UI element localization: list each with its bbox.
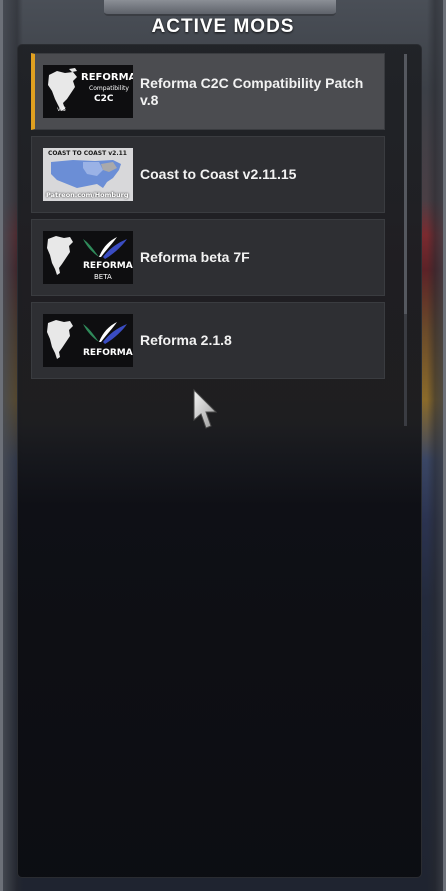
mouse-cursor-icon xyxy=(193,388,218,429)
mod-item-reforma-beta[interactable]: REFORMA BETA Reforma beta 7F xyxy=(31,219,385,296)
reforma-logo-icon xyxy=(47,320,127,359)
reforma-logo-icon xyxy=(47,236,127,275)
mod-thumbnail: REFORMA Compatibility C2C v.8 xyxy=(43,65,133,118)
panel-title: ACTIVE MODS xyxy=(151,16,295,37)
mod-thumbnail: REFORMA BETA xyxy=(43,231,133,284)
window-top-tab xyxy=(104,0,336,16)
mod-name: Reforma 2.1.8 xyxy=(140,332,232,348)
thumbnail-title: REFORMA xyxy=(83,348,133,358)
mod-thumbnail: COAST TO COAST v2.11 Patreon.com/Homburg xyxy=(43,148,133,201)
mod-item-reforma-c2c[interactable]: REFORMA Compatibility C2C v.8 Reforma C2… xyxy=(31,53,385,130)
mod-item-coast-to-coast[interactable]: COAST TO COAST v2.11 Patreon.com/Homburg… xyxy=(31,136,385,213)
thumbnail-title: REFORMA xyxy=(81,72,133,83)
scrollbar-thumb[interactable] xyxy=(404,54,407,314)
thumbnail-title: REFORMA xyxy=(83,261,133,271)
thumbnail-version: v.8 xyxy=(57,106,66,113)
thumbnail-label: C2C xyxy=(94,94,114,104)
scrollbar[interactable] xyxy=(404,54,407,426)
mod-thumbnail: REFORMA xyxy=(43,314,133,367)
mod-name: Coast to Coast v2.11.15 xyxy=(140,166,297,182)
mod-name: Reforma beta 7F xyxy=(140,249,250,265)
thumbnail-subtitle: Compatibility xyxy=(89,85,129,92)
mod-name: Reforma C2C Compatibility Patch v.8 xyxy=(140,74,364,108)
thumbnail-subtitle: BETA xyxy=(94,273,112,281)
thumbnail-footer: Patreon.com/Homburg xyxy=(46,191,129,199)
mod-item-reforma-218[interactable]: REFORMA Reforma 2.1.8 xyxy=(31,302,385,379)
